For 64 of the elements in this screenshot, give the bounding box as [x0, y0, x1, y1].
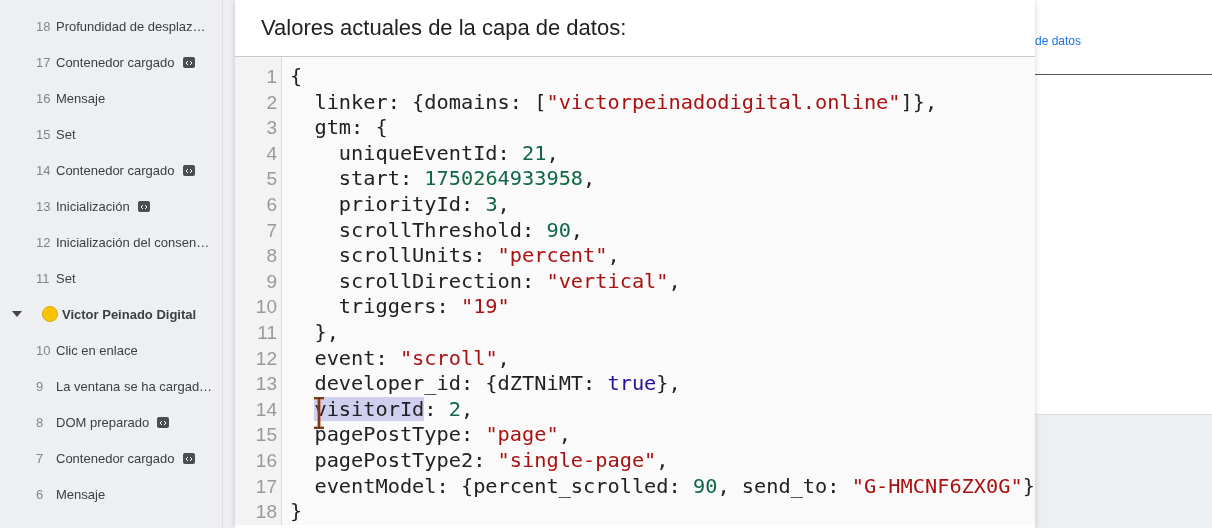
event-number: 11 [36, 270, 51, 286]
event-number: 16 [36, 90, 52, 106]
code-line: scrollDirection: "vertical", [337, 268, 682, 295]
event-item[interactable]: 14 Contenedor cargado [0, 152, 222, 188]
event-number: 14 [36, 162, 52, 178]
code-line: triggers: "19" [337, 294, 511, 320]
line-number: 2 [265, 90, 278, 115]
event-item[interactable]: 8 DOM preparado [0, 404, 222, 440]
code-line: } [290, 499, 304, 525]
line-number: 1 [265, 65, 278, 89]
group-title[interactable]: Victor Peinado Digital [62, 306, 197, 322]
event-item[interactable]: 17 Contenedor cargado [0, 44, 222, 80]
event-number: 10 [36, 342, 52, 358]
event-number: 13 [36, 198, 52, 214]
event-item[interactable]: 10 Clic en enlace [0, 332, 222, 368]
line-number: 7 [265, 218, 278, 243]
event-number: 8 [36, 414, 45, 430]
code-line: pagePostType: "page", [313, 422, 572, 448]
event-item[interactable]: 15 Set [0, 116, 222, 152]
line-number: 17 [254, 474, 278, 499]
line-number: 12 [254, 346, 278, 371]
tab-link[interactable]: de datos [1035, 34, 1082, 48]
line-number: 8 [265, 244, 278, 269]
event-item[interactable]: 16 Mensaje [0, 80, 222, 116]
code-line: scrollThreshold: 90, [337, 217, 585, 244]
code-line: eventModel: {percent_scrolled: 90, send_to: "G-HMCNF6ZX0G"} [313, 473, 1035, 500]
code-line: developer_id: {dZTNiMT: true}, [313, 371, 682, 397]
code-line: priorityId: 3, [337, 191, 511, 218]
line-number: 13 [254, 372, 278, 397]
event-number: 6 [36, 486, 45, 502]
line-number: 9 [265, 269, 278, 294]
code-line: linker: {domains: ["victorpeinadodigital.online"]}, [313, 89, 939, 116]
event-item[interactable]: 12 Inicialización del consen… [0, 224, 222, 260]
line-number: 10 [254, 295, 278, 320]
code-line: start: 1750264933958, [337, 166, 597, 192]
event-number: 18 [36, 18, 52, 34]
event-number: 15 [36, 126, 52, 142]
event-item[interactable]: 11 Set [0, 260, 222, 296]
caret-icon[interactable] [12, 311, 22, 317]
event-item[interactable]: 6 Mensaje [0, 476, 222, 512]
event-item[interactable]: 7 Contenedor cargado [0, 440, 222, 476]
code-line: gtm: { [313, 115, 389, 141]
event-item[interactable]: 9 La ventana se ha cargad… [0, 368, 222, 404]
line-number: 4 [265, 141, 278, 166]
event-number: 9 [36, 378, 45, 394]
line-number: 15 [254, 423, 278, 448]
code-line: { [290, 64, 304, 90]
code-line: uniqueEventId: 21, [337, 140, 560, 167]
code-line: }, [313, 319, 340, 346]
line-number: 5 [265, 167, 278, 192]
line-number: 14 [254, 397, 278, 422]
event-item[interactable]: 18 Profundidad de desplaz… [0, 8, 222, 44]
event-number: 17 [36, 54, 52, 70]
line-number: 16 [254, 448, 278, 473]
code-line: pagePostType2: "single-page", [313, 447, 670, 474]
line-number: 18 [254, 500, 278, 525]
event-item[interactable]: 13 Inicialización [0, 188, 222, 224]
code-line: scrollUnits: "percent", [337, 243, 621, 269]
line-number: 3 [265, 116, 278, 141]
event-number: 7 [36, 450, 45, 466]
line-number: 6 [265, 192, 278, 217]
code-line: event: "scroll", [313, 345, 511, 372]
event-number: 12 [36, 234, 52, 250]
line-number: 11 [256, 320, 278, 345]
